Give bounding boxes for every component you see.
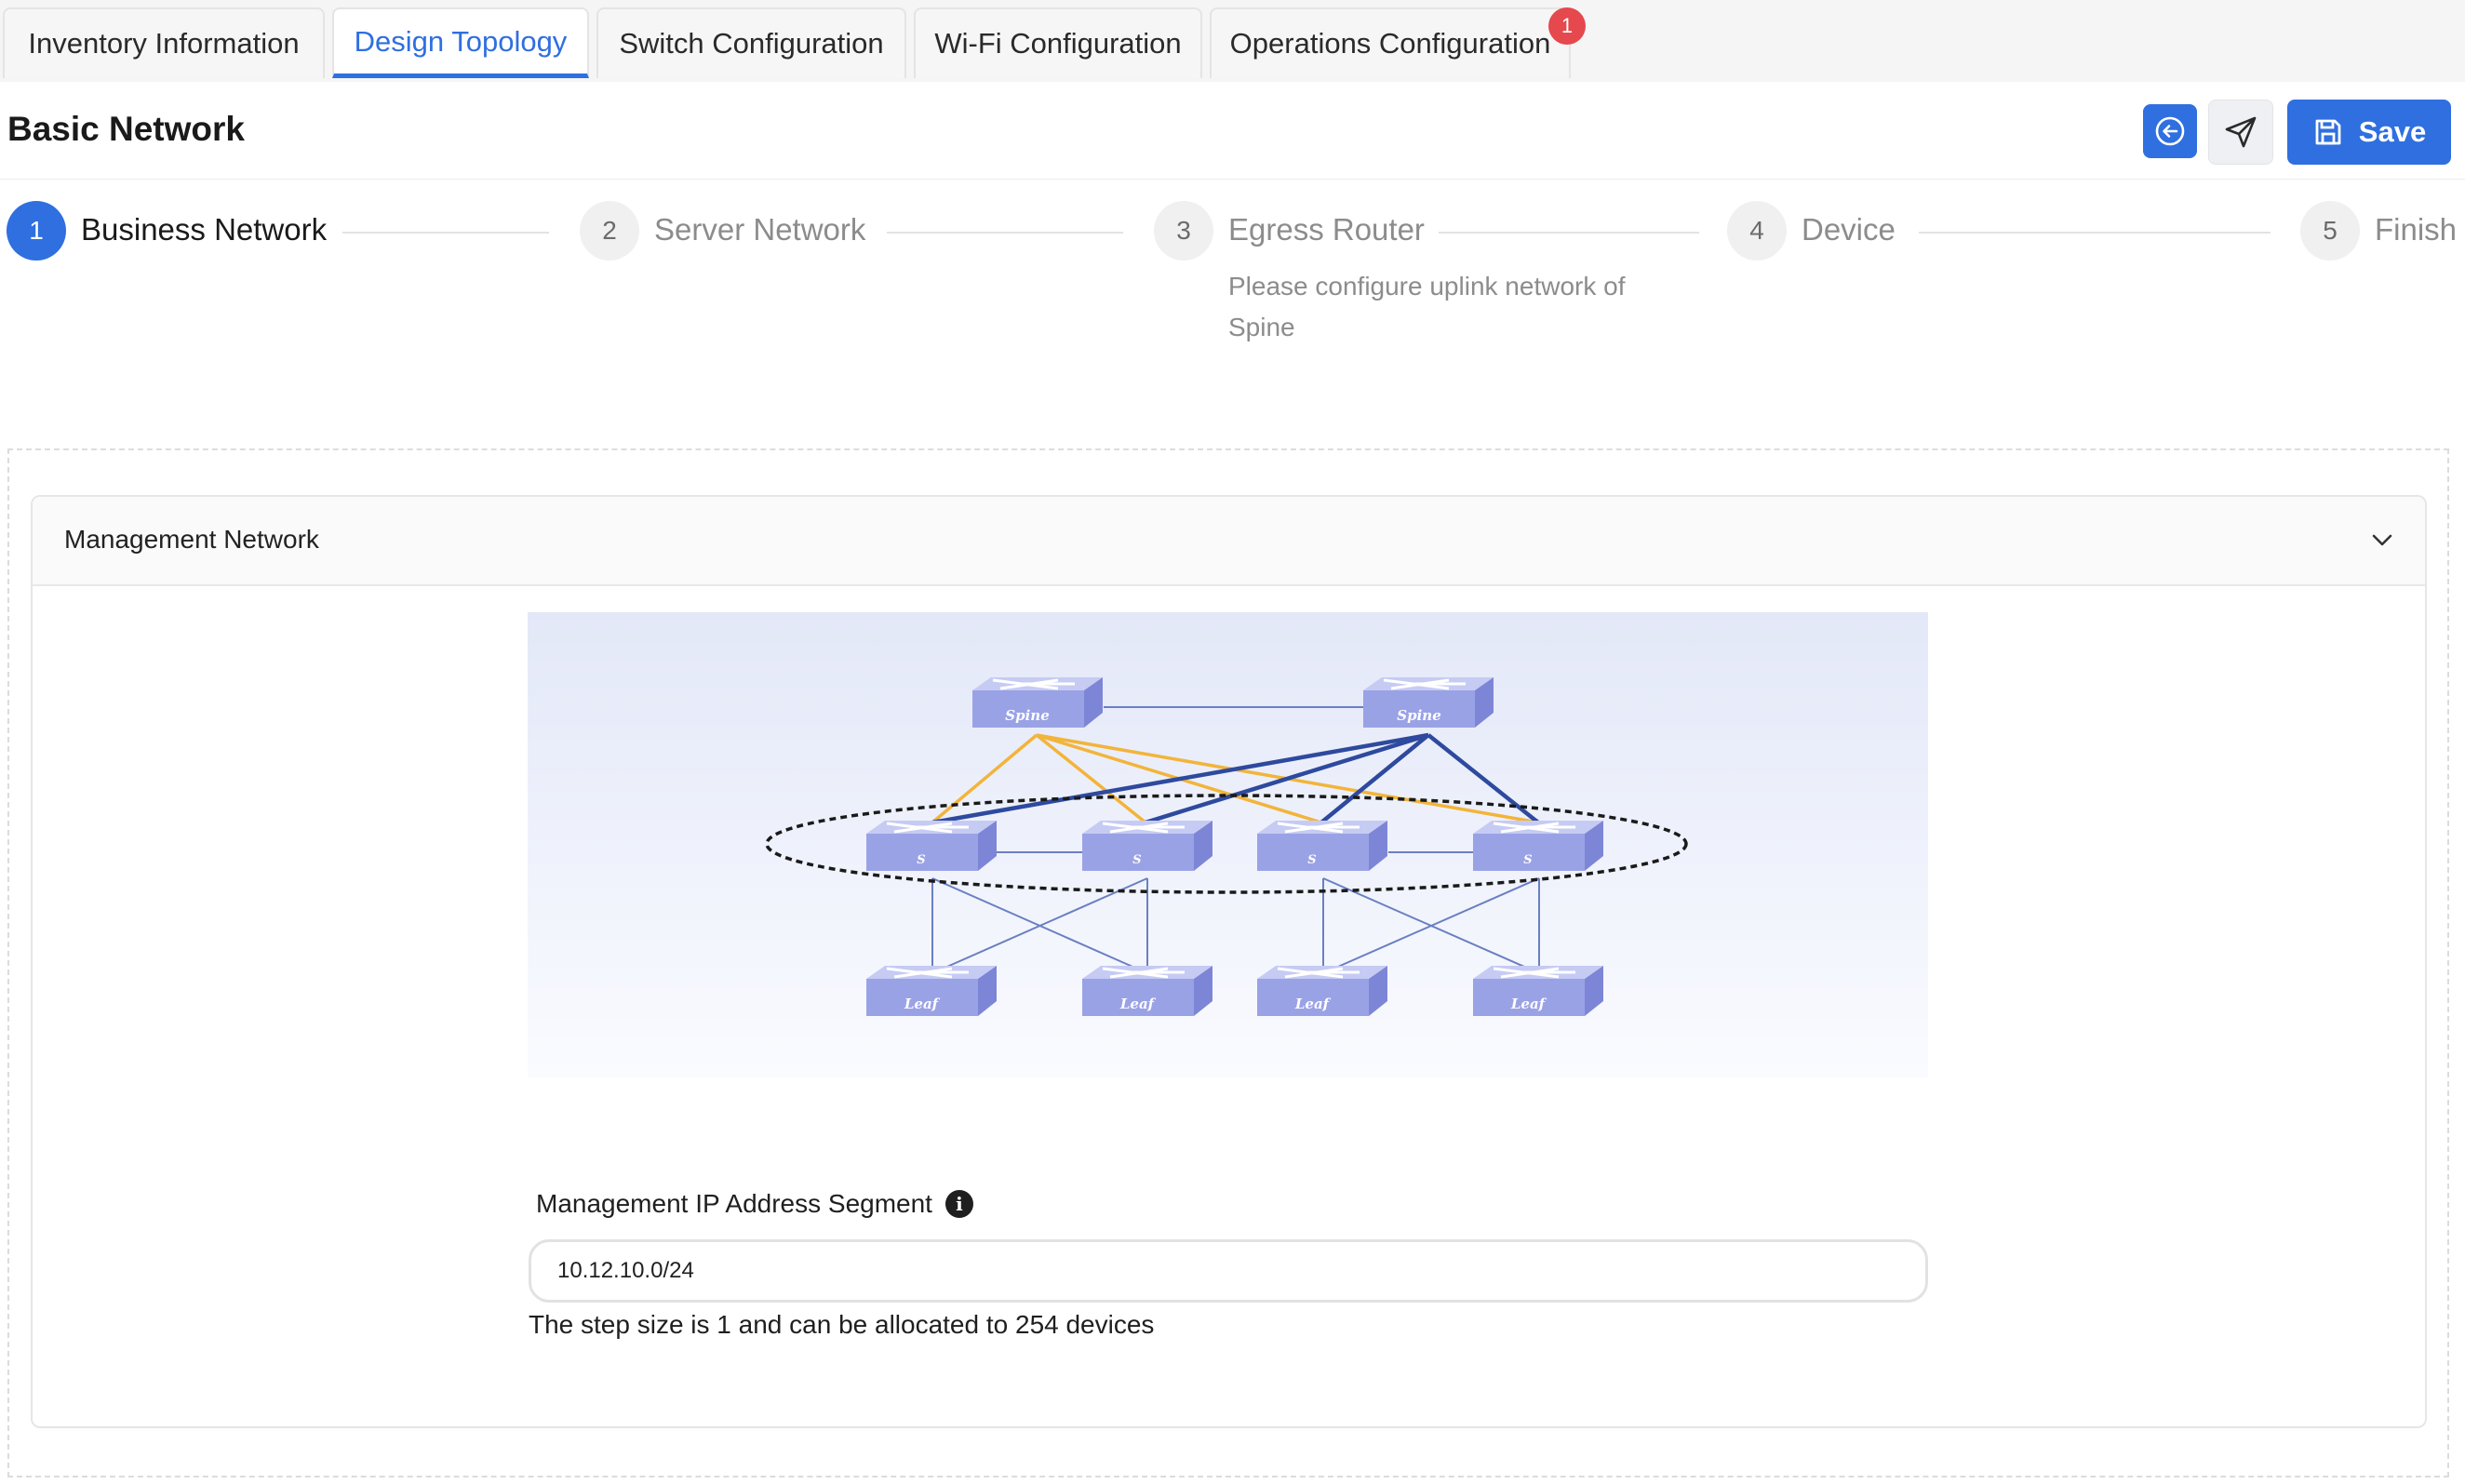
page-header: Basic Network Save xyxy=(0,82,2465,180)
step-5-label[interactable]: Finish xyxy=(2375,212,2457,247)
step-connector xyxy=(1439,232,1699,234)
send-button[interactable] xyxy=(2208,100,2273,165)
step-2-label[interactable]: Server Network xyxy=(654,212,865,247)
tab-switch-configuration[interactable]: Switch Configuration xyxy=(596,7,906,78)
step-3-description: Please configure uplink network of Spine xyxy=(1228,272,1626,341)
step-connector xyxy=(1919,232,2271,234)
tab-label: Operations Configuration xyxy=(1229,27,1551,60)
save-button-label: Save xyxy=(2358,115,2427,148)
leaf-label: Leaf xyxy=(1294,996,1332,1012)
tab-operations-configuration[interactable]: Operations Configuration 1 xyxy=(1210,7,1586,78)
panel-header[interactable]: Management Network xyxy=(33,497,2425,586)
step-2-circle[interactable]: 2 xyxy=(580,201,639,261)
send-icon xyxy=(2225,116,2257,148)
save-button[interactable]: Save xyxy=(2287,100,2451,165)
leaf-label: Leaf xyxy=(1119,996,1157,1012)
save-disk-icon xyxy=(2315,119,2341,145)
step-1-circle[interactable]: 1 xyxy=(7,201,66,261)
tab-label: Wi-Fi Configuration xyxy=(934,27,1182,60)
info-icon[interactable]: i xyxy=(944,1190,973,1218)
step-4-label[interactable]: Device xyxy=(1802,212,1896,247)
back-button[interactable] xyxy=(2143,104,2197,158)
s-label: S xyxy=(1523,853,1532,867)
management-ip-input[interactable] xyxy=(529,1239,1928,1303)
s-label: S xyxy=(917,853,925,867)
panel-title: Management Network xyxy=(64,525,319,554)
tab-label: Switch Configuration xyxy=(619,27,884,60)
leaf-label: Leaf xyxy=(904,996,941,1012)
step-3-circle[interactable]: 3 xyxy=(1154,201,1213,261)
leaf-label: Leaf xyxy=(1510,996,1547,1012)
chevron-down-icon[interactable] xyxy=(2367,525,2397,555)
tab-inventory-information[interactable]: Inventory Information xyxy=(3,7,325,78)
tab-design-topology[interactable]: Design Topology xyxy=(332,7,589,78)
step-connector xyxy=(342,232,549,234)
s-switch xyxy=(864,819,998,873)
tab-bar: Inventory Information Design Topology Sw… xyxy=(0,0,2465,83)
step-1-label[interactable]: Business Network xyxy=(81,212,327,247)
page-title: Basic Network xyxy=(7,110,245,148)
field-label-text: Management IP Address Segment xyxy=(536,1189,932,1218)
notification-badge: 1 xyxy=(1548,7,1586,45)
spine-label: Spine xyxy=(1397,707,1440,724)
step-5-circle[interactable]: 5 xyxy=(2300,201,2360,261)
step-connector xyxy=(887,232,1123,234)
tab-label: Inventory Information xyxy=(28,27,300,60)
tab-wifi-configuration[interactable]: Wi-Fi Configuration xyxy=(914,7,1202,78)
step-4-circle[interactable]: 4 xyxy=(1727,201,1787,261)
management-ip-label: Management IP Address Segment i xyxy=(536,1189,973,1219)
s-switch xyxy=(1255,819,1389,873)
s-switch xyxy=(1471,819,1605,873)
spine-label: Spine xyxy=(1005,707,1049,724)
ip-help-text: The step size is 1 and can be allocated … xyxy=(529,1310,1155,1339)
topology-diagram: Spine Spine S S S S Leaf Leaf Leaf Leaf xyxy=(528,612,1928,1077)
tab-label: Design Topology xyxy=(354,24,568,58)
diagram-background xyxy=(528,612,1928,1077)
s-label: S xyxy=(1132,853,1141,867)
back-circle-icon xyxy=(2155,116,2185,146)
s-switch xyxy=(1080,819,1214,873)
step-3-label[interactable]: Egress Router xyxy=(1228,212,1425,247)
s-label: S xyxy=(1307,853,1316,867)
